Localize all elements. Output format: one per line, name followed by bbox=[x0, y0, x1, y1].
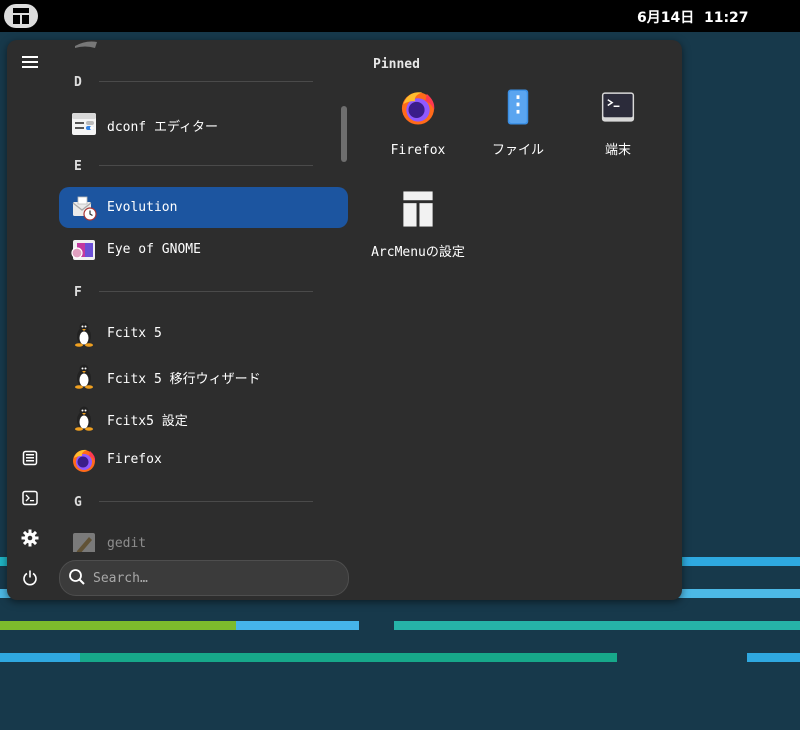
app-list[interactable]: D dconf エディター E Evolution Eye of GNOME F… bbox=[57, 40, 357, 552]
gear-icon[interactable] bbox=[18, 526, 42, 550]
app-item-fcitx5[interactable]: Fcitx 5 bbox=[59, 313, 348, 354]
app-label: Evolution bbox=[107, 200, 178, 215]
power-icon[interactable] bbox=[18, 566, 42, 590]
search-icon bbox=[69, 569, 85, 585]
wallpaper-stripe bbox=[80, 653, 617, 662]
hamburger-icon[interactable] bbox=[18, 50, 42, 74]
pinned-label: Firefox bbox=[390, 143, 446, 158]
app-label: Fcitx5 設定 bbox=[107, 414, 188, 429]
pinned-label: ファイル bbox=[491, 143, 544, 158]
divider bbox=[99, 501, 313, 502]
pinned-tile-firefox[interactable]: Firefox bbox=[370, 88, 466, 161]
files-icon bbox=[507, 89, 529, 125]
app-label: gedit bbox=[107, 536, 147, 551]
partial-app-icon bbox=[75, 41, 97, 48]
penguin-icon bbox=[75, 406, 93, 431]
wallpaper-stripe bbox=[683, 557, 800, 566]
app-item-firefox[interactable]: Firefox bbox=[59, 439, 348, 480]
wallpaper-stripe bbox=[747, 653, 800, 662]
arcmenu-settings-icon bbox=[403, 191, 433, 227]
pinned-label: 端末 bbox=[604, 143, 631, 158]
divider bbox=[99, 291, 313, 292]
wallpaper-stripe bbox=[236, 621, 359, 630]
clock[interactable]: 6月14日 11:27 bbox=[637, 7, 749, 27]
search-placeholder: Search… bbox=[93, 571, 148, 586]
eog-icon bbox=[71, 240, 95, 260]
divider bbox=[99, 165, 313, 166]
app-label: Fcitx 5 bbox=[107, 326, 162, 341]
app-label: Firefox bbox=[107, 452, 162, 467]
search-input[interactable]: Search… bbox=[59, 560, 349, 596]
section-header-f: F bbox=[74, 285, 82, 300]
app-label: Eye of GNOME bbox=[107, 242, 201, 257]
app-item-fcitx5-migrator[interactable]: Fcitx 5 移行ウィザード bbox=[59, 355, 348, 396]
evolution-icon bbox=[72, 196, 97, 221]
wallpaper-stripe bbox=[0, 653, 80, 662]
pinned-title: Pinned bbox=[373, 57, 420, 72]
app-label: dconf エディター bbox=[107, 120, 219, 135]
activities-button[interactable] bbox=[4, 4, 38, 28]
app-list-scrollbar[interactable] bbox=[341, 106, 347, 162]
firefox-icon bbox=[73, 449, 96, 472]
dconf-icon bbox=[72, 113, 96, 135]
pinned-tile-terminal[interactable]: 端末 bbox=[570, 88, 666, 161]
firefox-icon bbox=[401, 92, 435, 125]
terminal-icon[interactable] bbox=[18, 486, 42, 510]
app-item-gedit[interactable]: gedit bbox=[59, 523, 348, 552]
section-header-e: E bbox=[74, 159, 82, 174]
penguin-icon bbox=[75, 322, 93, 347]
terminal-icon bbox=[601, 92, 635, 122]
app-item-evolution[interactable]: Evolution bbox=[59, 187, 348, 228]
pinned-label: ArcMenuの設定 bbox=[371, 245, 465, 260]
top-bar: 6月14日 11:27 bbox=[0, 0, 800, 32]
arc-menu: D dconf エディター E Evolution Eye of GNOME F… bbox=[7, 40, 682, 600]
pinned-tile-arcmenu-settings[interactable]: ArcMenuの設定 bbox=[370, 190, 466, 263]
app-item-eye-of-gnome[interactable]: Eye of GNOME bbox=[59, 229, 348, 270]
gedit-icon bbox=[73, 533, 95, 552]
app-item-dconf[interactable]: dconf エディター bbox=[59, 103, 348, 144]
document-icon[interactable] bbox=[18, 446, 42, 470]
divider bbox=[99, 81, 313, 82]
layout-icon bbox=[13, 8, 29, 24]
section-header-d: D bbox=[74, 75, 82, 90]
section-header-g: G bbox=[74, 495, 82, 510]
pinned-tile-files[interactable]: ファイル bbox=[470, 88, 566, 161]
app-item-fcitx5-settings[interactable]: Fcitx5 設定 bbox=[59, 397, 348, 438]
wallpaper-stripe bbox=[394, 621, 800, 630]
penguin-icon bbox=[75, 364, 93, 389]
app-label: Fcitx 5 移行ウィザード bbox=[107, 372, 261, 387]
wallpaper-stripe bbox=[0, 621, 236, 630]
